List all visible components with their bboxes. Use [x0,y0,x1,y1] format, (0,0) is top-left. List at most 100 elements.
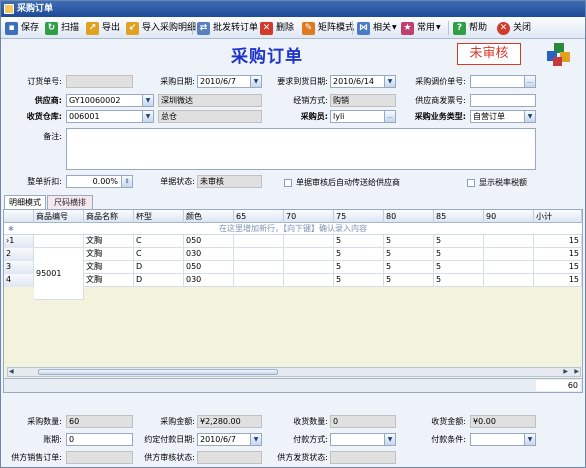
col-header[interactable]: 85 [434,210,484,223]
delete-button[interactable]: ✕ 删除 [260,20,294,36]
table-row[interactable]: 2 文胸 C 030 5 5 5 15 [4,248,582,261]
product-name-cell[interactable]: 文胸 [84,235,134,248]
spin-arrows-icon[interactable]: ⇕ [121,176,132,187]
scroll-left-icon[interactable]: ◀ [9,368,14,376]
size-70-cell[interactable] [284,274,334,287]
chevron-down-icon[interactable]: ▼ [142,95,153,106]
account-period-field[interactable]: 0 [66,433,133,446]
show-tax-checkbox[interactable]: 显示税率税额 [467,177,527,188]
close-button[interactable]: ✕ 关闭 [497,20,531,36]
chevron-down-icon[interactable]: ▼ [524,434,535,445]
size-65-cell[interactable] [234,261,284,274]
chevron-down-icon[interactable]: ▼ [250,76,261,87]
size-85-cell[interactable]: 5 [434,235,484,248]
purchase-date-field[interactable]: 2010/6/7 ▼ [197,75,262,88]
color-cell[interactable]: 050 [184,261,234,274]
product-name-cell[interactable]: 文胸 [84,274,134,287]
product-name-cell[interactable]: 文胸 [84,261,134,274]
col-header[interactable]: 70 [284,210,334,223]
discount-field[interactable]: 0.00% ⇕ [66,175,133,188]
chevron-down-icon[interactable]: ▼ [250,434,261,445]
biz-type-select[interactable]: 自营订单 ▼ [470,110,536,123]
size-75-cell[interactable]: 5 [334,261,384,274]
warehouse-code-field[interactable]: 006001 ▼ [66,110,154,123]
related-menu-button[interactable]: ⋈ 相关 ▼ [357,20,397,36]
col-header[interactable]: 杯型 [134,210,184,223]
price-adj-no-field[interactable]: … [470,75,536,88]
size-85-cell[interactable]: 5 [434,248,484,261]
scan-button[interactable]: ↻ 扫描 [45,20,79,36]
size-80-cell[interactable]: 5 [384,248,434,261]
col-header[interactable]: 商品编号 [34,210,84,223]
row-header[interactable]: 3 [4,261,34,274]
batch-convert-button[interactable]: ⇄ 批发转订单 [197,20,258,36]
scroll-right-icon[interactable]: ▶ [563,368,568,376]
chevron-down-icon[interactable]: ▼ [384,434,395,445]
cup-cell[interactable]: D [134,261,184,274]
cup-cell[interactable]: D [134,274,184,287]
supplier-code-field[interactable]: GY10060002 ▼ [66,94,154,107]
col-header[interactable]: 小计 [534,210,582,223]
matrix-mode-button[interactable]: ✎ 矩阵模式 [302,20,354,36]
chevron-down-icon[interactable]: ▼ [524,111,535,122]
required-date-field[interactable]: 2010/6/14 ▼ [330,75,396,88]
size-90-cell[interactable] [484,261,534,274]
row-header[interactable]: 2 [4,248,34,261]
size-85-cell[interactable]: 5 [434,261,484,274]
size-80-cell[interactable]: 5 [384,274,434,287]
table-row[interactable]: 3 文胸 D 050 5 5 5 15 [4,261,582,274]
size-90-cell[interactable] [484,274,534,287]
size-75-cell[interactable]: 5 [334,274,384,287]
ellipsis-icon[interactable]: … [524,76,535,87]
size-70-cell[interactable] [284,235,334,248]
size-70-cell[interactable] [284,261,334,274]
tab-size-horizontal[interactable]: 尺码横排 [47,195,93,209]
buyer-field[interactable]: lyli … [330,110,396,123]
tab-detail-mode[interactable]: 明细模式 [4,195,46,209]
color-cell[interactable]: 030 [184,248,234,261]
grid-new-row[interactable]: ✱ 在这里增加新行，【向下键】确认录入内容 [4,223,582,235]
row-header[interactable]: 4 [4,274,34,287]
export-button[interactable]: ↗ 导出 [86,20,120,36]
row-header[interactable]: ›1 [4,235,34,248]
size-70-cell[interactable] [284,248,334,261]
save-button[interactable]: ▪ 保存 [5,20,39,36]
col-header[interactable]: 80 [384,210,434,223]
chevron-down-icon[interactable]: ▼ [142,111,153,122]
col-header[interactable]: 65 [234,210,284,223]
table-row[interactable]: ›1 文胸 C 050 5 5 5 15 [4,235,582,248]
size-80-cell[interactable]: 5 [384,261,434,274]
auto-send-checkbox[interactable]: 单据审核后自动传送给供应商 [284,177,400,188]
size-90-cell[interactable] [484,235,534,248]
agreed-pay-date-field[interactable]: 2010/6/7 ▼ [197,433,262,446]
ellipsis-icon[interactable]: … [384,111,395,122]
product-code-merged-cell[interactable]: 95001 [34,248,84,300]
size-65-cell[interactable] [234,274,284,287]
col-header[interactable]: 75 [334,210,384,223]
product-name-cell[interactable]: 文胸 [84,248,134,261]
size-75-cell[interactable]: 5 [334,235,384,248]
size-90-cell[interactable] [484,248,534,261]
size-85-cell[interactable]: 5 [434,274,484,287]
col-header[interactable]: 90 [484,210,534,223]
checkbox-box[interactable] [284,178,292,187]
chevron-down-icon[interactable]: ▼ [384,76,395,87]
size-80-cell[interactable]: 5 [384,235,434,248]
pay-terms-select[interactable]: ▼ [470,433,536,446]
color-cell[interactable]: 030 [184,274,234,287]
supplier-invoice-field[interactable] [470,94,536,107]
size-65-cell[interactable] [234,235,284,248]
checkbox-box[interactable] [467,178,475,187]
pay-method-select[interactable]: ▼ [330,433,396,446]
size-65-cell[interactable] [234,248,284,261]
cup-cell[interactable]: C [134,248,184,261]
color-cell[interactable]: 050 [184,235,234,248]
scrollbar-thumb[interactable] [38,369,278,375]
common-menu-button[interactable]: ★ 常用 ▼ [401,20,441,36]
col-header[interactable]: 商品名称 [84,210,134,223]
size-75-cell[interactable]: 5 [334,248,384,261]
table-row[interactable]: 4 文胸 D 030 5 5 5 15 [4,274,582,287]
product-code-cell[interactable] [34,235,84,248]
grid-horizontal-scrollbar[interactable]: ◀ ▶ ▶ [7,367,581,377]
import-detail-button[interactable]: ↙ 导入采购明细 [126,20,196,36]
